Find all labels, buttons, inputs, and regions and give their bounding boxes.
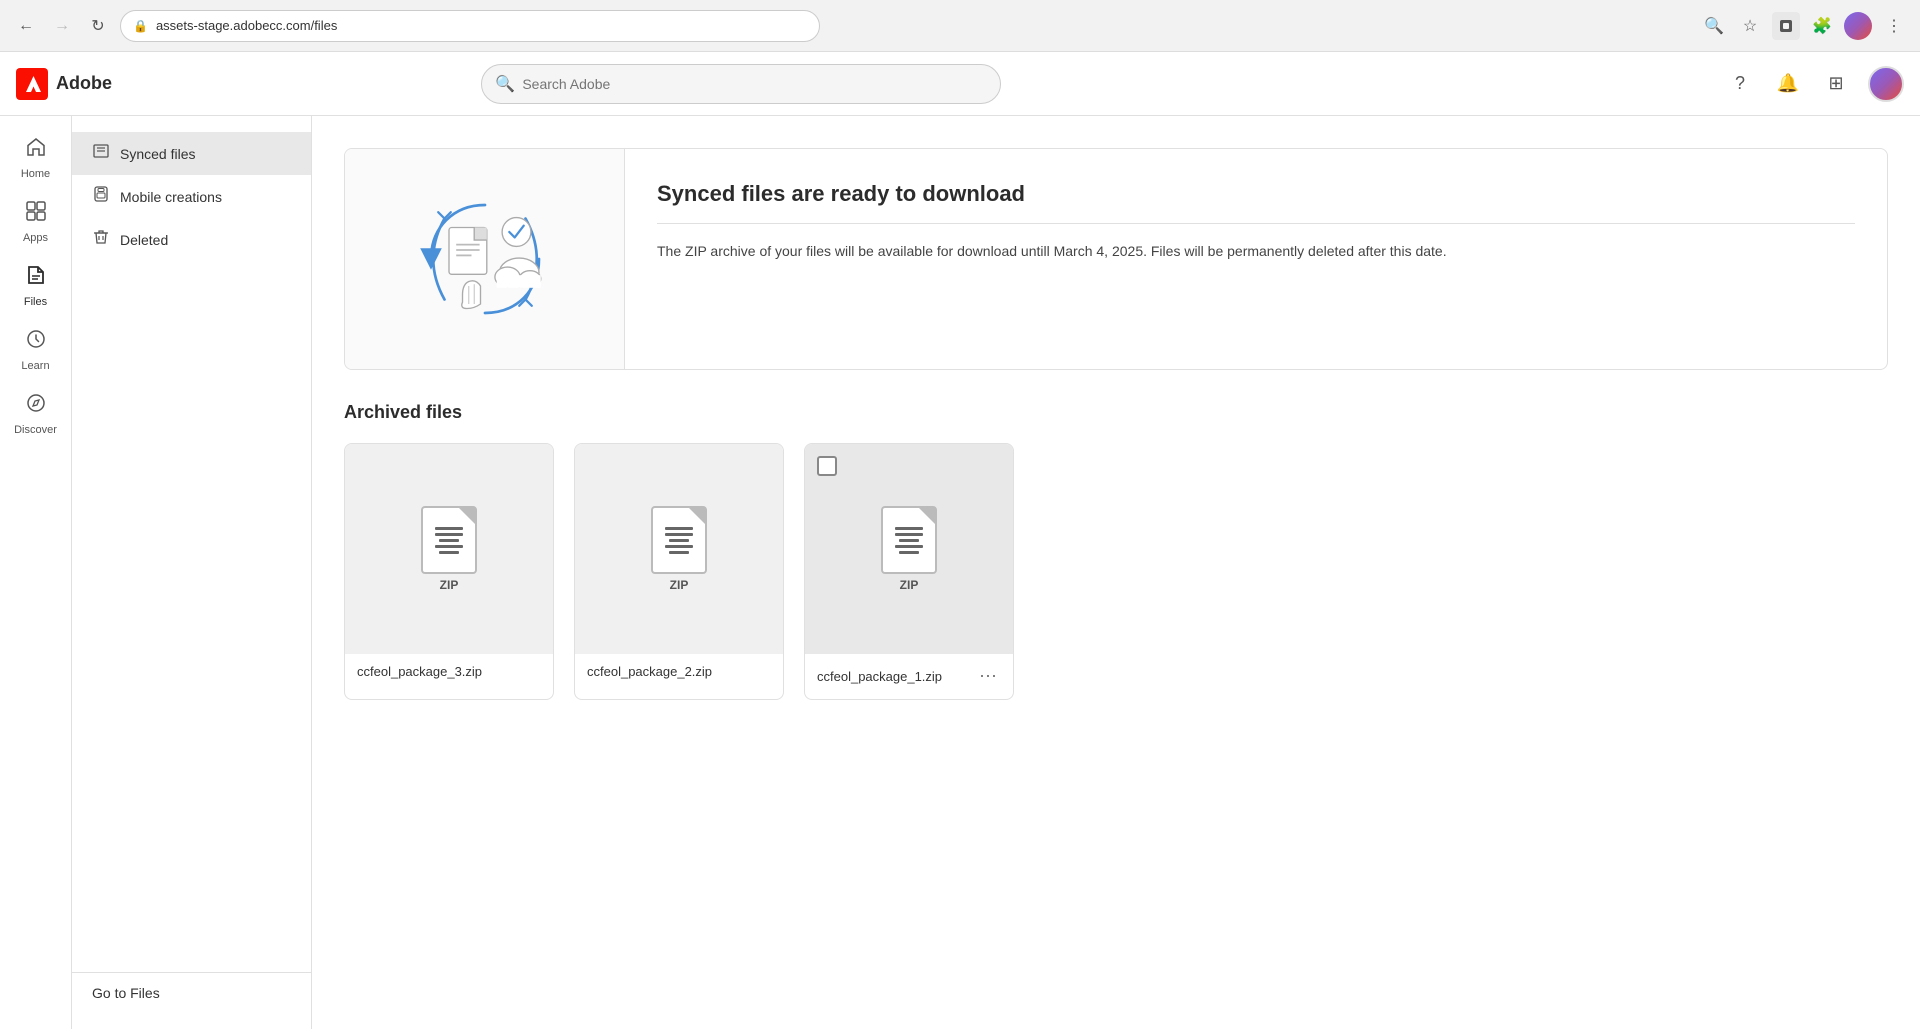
header-search-icon: 🔍 (495, 74, 515, 94)
browser-menu-icon[interactable]: ⋮ (1880, 12, 1908, 40)
file-checkbox-3[interactable] (817, 456, 837, 476)
browser-url: assets-stage.adobecc.com/files (156, 18, 807, 33)
app-header: Adobe 🔍 ? 🔔 ⊞ (0, 52, 1920, 116)
header-right-controls: ? 🔔 ⊞ (1724, 66, 1904, 102)
files-sidebar: Synced files Mobile creations (72, 116, 312, 1029)
user-avatar[interactable] (1868, 66, 1904, 102)
file-info-3: ccfeol_package_1.zip ⋯ (805, 654, 1013, 699)
discover-icon (25, 392, 47, 420)
mobile-creations-label: Mobile creations (120, 189, 222, 205)
sidebar-item-files-label: Files (24, 296, 47, 308)
zip-label-3: ZIP (900, 578, 919, 592)
file-card-3[interactable]: ZIP ccfeol_package_1.zip ⋯ (804, 443, 1014, 700)
browser-chrome: ← → ↻ 🔒 assets-stage.adobecc.com/files 🔍… (0, 0, 1920, 52)
banner-title: Synced files are ready to download (657, 181, 1855, 207)
deleted-label: Deleted (120, 232, 168, 248)
apps-icon (25, 200, 47, 228)
browser-user-avatar[interactable] (1844, 12, 1872, 40)
synced-icon (92, 142, 110, 165)
banner-description: The ZIP archive of your files will be av… (657, 240, 1855, 262)
zip-icon-3: ZIP (881, 506, 937, 592)
zip-icon-2: ZIP (651, 506, 707, 592)
main-content: Synced files are ready to download The Z… (312, 116, 1920, 1029)
browser-address-bar[interactable]: 🔒 assets-stage.adobecc.com/files (120, 10, 820, 42)
app-body: Home Apps (0, 116, 1920, 1029)
browser-reload-button[interactable]: ↻ (84, 12, 112, 40)
file-name-2: ccfeol_package_2.zip (587, 664, 712, 679)
browser-search-icon[interactable]: 🔍 (1700, 12, 1728, 40)
browser-back-button[interactable]: ← (12, 12, 40, 40)
file-card-1[interactable]: ZIP ccfeol_package_3.zip (344, 443, 554, 700)
sidebar-item-discover[interactable]: Discover (6, 384, 66, 444)
synced-files-label: Synced files (120, 146, 195, 162)
goto-files-button[interactable]: Go to Files (72, 972, 311, 1013)
mobile-icon (92, 185, 110, 208)
sidebar-item-apps-label: Apps (23, 232, 48, 244)
file-card-2[interactable]: ZIP ccfeol_package_2.zip (574, 443, 784, 700)
banner-divider (657, 223, 1855, 224)
sidebar-nav: Home Apps (0, 116, 72, 1029)
goto-files-label: Go to Files (92, 985, 160, 1001)
sidebar-item-home-label: Home (21, 168, 50, 180)
archived-files-title: Archived files (344, 402, 1888, 423)
adobe-logo-icon (16, 68, 48, 100)
header-search-area: 🔍 (481, 64, 1001, 104)
browser-forward-button[interactable]: → (48, 12, 76, 40)
file-thumbnail-3: ZIP (805, 444, 1013, 654)
banner-illustration (345, 149, 625, 369)
browser-bookmark-icon[interactable]: ☆ (1736, 12, 1764, 40)
file-thumbnail-2: ZIP (575, 444, 783, 654)
sidebar-item-home[interactable]: Home (6, 128, 66, 188)
files-sidebar-synced[interactable]: Synced files (72, 132, 311, 175)
zip-label-1: ZIP (440, 578, 459, 592)
file-name-1: ccfeol_package_3.zip (357, 664, 482, 679)
address-lock-icon: 🔒 (133, 19, 148, 33)
file-info-1: ccfeol_package_3.zip (345, 654, 553, 689)
help-button[interactable]: ? (1724, 68, 1756, 100)
browser-right-controls: 🔍 ☆ 🧩 ⋮ (1700, 12, 1908, 40)
learn-icon (25, 328, 47, 356)
zip-icon-1: ZIP (421, 506, 477, 592)
app-container: Adobe 🔍 ? 🔔 ⊞ Home (0, 52, 1920, 1029)
sidebar-item-apps[interactable]: Apps (6, 192, 66, 252)
file-thumbnail-1: ZIP (345, 444, 553, 654)
sidebar-item-discover-label: Discover (14, 424, 57, 436)
home-icon (25, 136, 47, 164)
header-search-input[interactable] (481, 64, 1001, 104)
zip-label-2: ZIP (670, 578, 689, 592)
files-sidebar-deleted[interactable]: Deleted (72, 218, 311, 261)
files-sidebar-mobile[interactable]: Mobile creations (72, 175, 311, 218)
sidebar-item-learn[interactable]: Learn (6, 320, 66, 380)
file-name-3: ccfeol_package_1.zip (817, 669, 942, 684)
sidebar-item-files[interactable]: Files (6, 256, 66, 316)
file-info-2: ccfeol_package_2.zip (575, 654, 783, 689)
notifications-button[interactable]: 🔔 (1772, 68, 1804, 100)
files-icon (25, 264, 47, 292)
browser-extension-icon (1772, 12, 1800, 40)
apps-grid-button[interactable]: ⊞ (1820, 68, 1852, 100)
deleted-icon (92, 228, 110, 251)
adobe-logo[interactable]: Adobe (16, 68, 112, 100)
banner-card: Synced files are ready to download The Z… (344, 148, 1888, 370)
browser-extensions-icon[interactable]: 🧩 (1808, 12, 1836, 40)
files-grid: ZIP ccfeol_package_3.zip (344, 443, 1888, 700)
sidebar-item-learn-label: Learn (21, 360, 49, 372)
adobe-logo-text: Adobe (56, 73, 112, 94)
banner-text: Synced files are ready to download The Z… (625, 149, 1887, 369)
file-more-button-3[interactable]: ⋯ (975, 664, 1001, 689)
